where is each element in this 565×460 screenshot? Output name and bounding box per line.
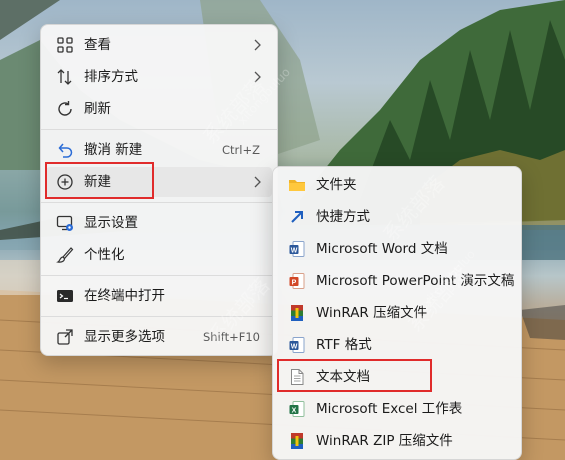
refresh-icon: [58, 101, 72, 116]
menu-item-sort-by[interactable]: 排序方式: [46, 62, 272, 92]
menu-separator: [41, 202, 277, 203]
menu-item-label: 撤消 新建: [84, 142, 143, 158]
submenu-item-label: 快捷方式: [316, 209, 370, 225]
highlight-box-new: [45, 162, 154, 199]
powerpoint-doc-icon: P: [289, 273, 305, 289]
submenu-item-winrar-archive[interactable]: WinRAR 压缩文件: [278, 298, 516, 328]
folder-icon: [289, 180, 305, 191]
sort-icon: [57, 69, 72, 85]
submenu-item-winrar-zip[interactable]: WinRAR ZIP 压缩文件: [278, 426, 516, 456]
submenu-item-word-document[interactable]: W Microsoft Word 文档: [278, 234, 516, 264]
shortcut-hint: Shift+F10: [202, 330, 260, 344]
shortcut-arrow-icon: [291, 211, 303, 223]
submenu-item-label: RTF 格式: [316, 337, 372, 353]
submenu-item-rtf[interactable]: W RTF 格式: [278, 330, 516, 360]
word-doc-icon: W: [289, 241, 305, 257]
winrar-zip-icon: [291, 433, 303, 449]
display-settings-icon: [56, 215, 73, 231]
grid-view-icon: [57, 37, 73, 53]
winrar-icon: [291, 305, 303, 321]
submenu-item-label: Microsoft PowerPoint 演示文稿: [316, 273, 515, 289]
menu-item-refresh[interactable]: 刷新: [46, 94, 272, 124]
svg-text:W: W: [291, 343, 298, 350]
menu-item-label: 个性化: [84, 247, 125, 263]
excel-doc-icon: X: [289, 401, 305, 417]
undo-icon: [58, 143, 73, 158]
chevron-right-icon: [254, 71, 261, 83]
terminal-icon: [57, 290, 73, 302]
shortcut-hint: Ctrl+Z: [222, 143, 260, 157]
chevron-right-icon: [254, 39, 261, 51]
menu-separator: [41, 129, 277, 130]
submenu-item-label: WinRAR 压缩文件: [316, 305, 428, 321]
submenu-item-shortcut[interactable]: 快捷方式: [278, 202, 516, 232]
more-options-icon: [57, 329, 73, 345]
submenu-item-folder[interactable]: 文件夹: [278, 170, 516, 200]
menu-separator: [41, 316, 277, 317]
menu-item-personalize[interactable]: 个性化: [46, 240, 272, 270]
new-submenu: 文件夹 快捷方式 W Microsoft Word 文档 P Microsoft…: [272, 166, 522, 460]
chevron-right-icon: [254, 176, 261, 188]
menu-item-show-more-options[interactable]: 显示更多选项 Shift+F10: [46, 322, 272, 352]
menu-item-undo-new[interactable]: 撤消 新建 Ctrl+Z: [46, 135, 272, 165]
menu-item-label: 显示设置: [84, 215, 138, 231]
menu-item-display-settings[interactable]: 显示设置: [46, 208, 272, 238]
menu-item-label: 在终端中打开: [84, 288, 165, 304]
svg-text:X: X: [292, 407, 297, 414]
menu-item-label: 排序方式: [84, 69, 138, 85]
submenu-item-label: Microsoft Excel 工作表: [316, 401, 463, 417]
menu-separator: [41, 275, 277, 276]
svg-text:P: P: [292, 279, 297, 286]
submenu-item-excel-worksheet[interactable]: X Microsoft Excel 工作表: [278, 394, 516, 424]
menu-item-label: 显示更多选项: [84, 329, 165, 345]
submenu-item-label: 文件夹: [316, 177, 357, 193]
menu-item-label: 刷新: [84, 101, 111, 117]
personalize-brush-icon: [56, 247, 74, 263]
menu-item-view[interactable]: 查看: [46, 30, 272, 60]
menu-item-label: 查看: [84, 37, 111, 53]
submenu-item-label: WinRAR ZIP 压缩文件: [316, 433, 453, 449]
menu-item-open-in-terminal[interactable]: 在终端中打开: [46, 281, 272, 311]
svg-text:W: W: [291, 247, 298, 254]
submenu-item-powerpoint-presentation[interactable]: P Microsoft PowerPoint 演示文稿: [278, 266, 516, 296]
submenu-item-label: Microsoft Word 文档: [316, 241, 448, 257]
highlight-box-text-document: [277, 359, 432, 392]
rtf-doc-icon: W: [289, 337, 305, 353]
